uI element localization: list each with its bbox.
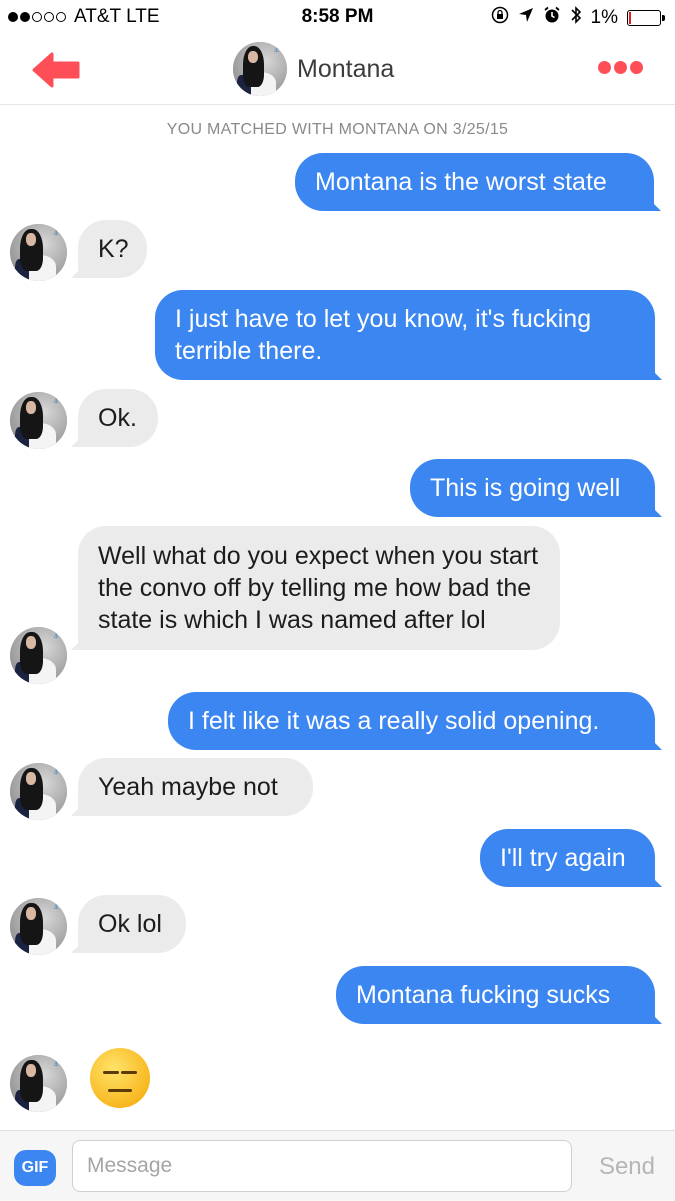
match-avatar[interactable]: ⚓ xyxy=(10,763,67,820)
message-composer: GIF Send xyxy=(0,1130,675,1201)
back-button[interactable] xyxy=(30,50,82,90)
message-input[interactable] xyxy=(72,1140,572,1192)
outgoing-message[interactable]: Montana fucking sucks xyxy=(336,966,655,1024)
match-avatar[interactable]: ⚓ xyxy=(10,898,67,955)
match-name[interactable]: Montana xyxy=(297,55,394,84)
incoming-message[interactable]: Yeah maybe not xyxy=(78,758,313,816)
incoming-message[interactable]: K? xyxy=(78,220,147,278)
expressionless-face-icon[interactable] xyxy=(90,1048,150,1108)
match-avatar[interactable]: ⚓ xyxy=(10,1055,67,1112)
location-arrow-icon xyxy=(518,7,534,29)
incoming-message[interactable]: Ok. xyxy=(78,389,158,447)
outgoing-message[interactable]: Montana is the worst state xyxy=(295,153,654,211)
outgoing-message[interactable]: This is going well xyxy=(410,459,655,517)
battery-icon xyxy=(627,10,665,26)
chat-header: ⚓ Montana xyxy=(0,36,675,105)
outgoing-message[interactable]: I felt like it was a really solid openin… xyxy=(168,692,655,750)
match-date-banner: YOU MATCHED WITH MONTANA ON 3/25/15 xyxy=(166,121,509,138)
bluetooth-icon xyxy=(570,5,582,31)
arrow-left-icon xyxy=(32,52,80,88)
match-avatar[interactable]: ⚓ xyxy=(10,224,67,281)
outgoing-message[interactable]: I'll try again xyxy=(480,829,655,887)
incoming-message[interactable]: Well what do you expect when you start t… xyxy=(78,526,560,650)
battery-percent: 1% xyxy=(590,7,618,28)
status-icons: 1% xyxy=(491,5,665,31)
more-options-button[interactable] xyxy=(598,61,643,74)
gif-button[interactable]: GIF xyxy=(14,1150,56,1186)
more-dots-icon xyxy=(598,61,611,74)
match-avatar[interactable]: ⚓ xyxy=(10,627,67,684)
status-bar: AT&T LTE 8:58 PM 1% xyxy=(0,0,675,36)
match-avatar[interactable]: ⚓ xyxy=(233,42,287,96)
outgoing-message[interactable]: I just have to let you know, it's fuckin… xyxy=(155,290,655,380)
match-avatar[interactable]: ⚓ xyxy=(10,392,67,449)
alarm-icon xyxy=(543,6,561,30)
send-button[interactable]: Send xyxy=(599,1153,655,1181)
lock-rotation-icon xyxy=(491,6,509,30)
incoming-message[interactable]: Ok lol xyxy=(78,895,186,953)
